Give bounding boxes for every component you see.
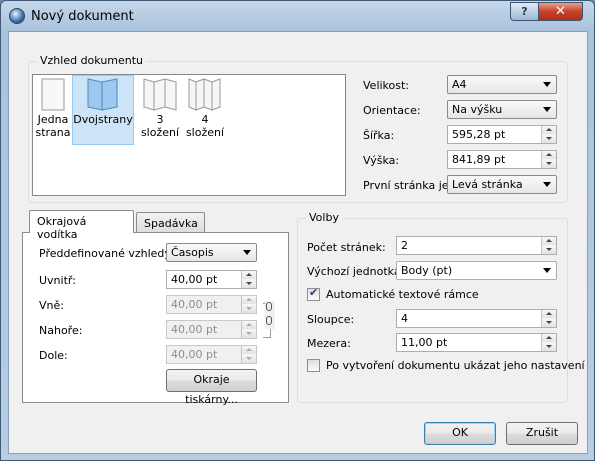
- height-label: Výška:: [363, 154, 400, 167]
- preset-label: Předdefinované vzhledy:: [39, 247, 174, 260]
- cancel-button[interactable]: Zrušit: [506, 422, 578, 445]
- size-select[interactable]: A4: [447, 75, 557, 94]
- help-button[interactable]: ?: [510, 2, 538, 21]
- title-bar[interactable]: Nový dokument ? ✕: [1, 1, 594, 31]
- printer-margins-button[interactable]: Okraje tiskárny...: [166, 369, 257, 406]
- tab-bleed[interactable]: Spadávka: [136, 212, 205, 233]
- spin-down-icon: [241, 354, 256, 363]
- layout-double-page[interactable]: Dvojstrany: [72, 75, 134, 145]
- four-fold-icon: [188, 78, 221, 111]
- options-group-title: Volby: [306, 211, 342, 224]
- columns-field-value: 4: [401, 312, 408, 325]
- chevron-down-icon: [543, 107, 551, 112]
- appearance-group-title: Vzhled dokumentu: [37, 54, 147, 67]
- width-field-value: 595,28 pt: [452, 128, 506, 141]
- layout-double-page-label: Dvojstrany: [73, 113, 133, 126]
- width-field[interactable]: 595,28 pt: [447, 125, 557, 144]
- unit-select[interactable]: Body (pt): [396, 261, 557, 280]
- chevron-down-icon: [543, 82, 551, 87]
- layout-three-fold[interactable]: 3 složení: [137, 75, 183, 145]
- first-page-select-value: Levá stránka: [452, 178, 523, 191]
- top-field-value: 40,00 pt: [171, 323, 218, 336]
- spin-down-icon[interactable]: [541, 159, 556, 168]
- unit-label: Výchozí jednotka:: [307, 265, 405, 278]
- size-label: Velikost:: [363, 79, 410, 92]
- height-field[interactable]: 841,89 pt: [447, 150, 557, 169]
- layout-three-fold-label: 3 složení: [140, 113, 180, 139]
- three-fold-icon: [143, 78, 177, 111]
- top-field: 40,00 pt: [166, 320, 257, 339]
- orientation-label: Orientace:: [363, 104, 421, 117]
- spin-down-icon[interactable]: [541, 318, 556, 327]
- show-settings-checkbox[interactable]: [307, 359, 320, 372]
- window-title: Nový dokument: [31, 9, 134, 24]
- spin-down-icon[interactable]: [241, 279, 256, 288]
- chevron-down-icon: [543, 268, 551, 273]
- ok-button[interactable]: OK: [424, 422, 496, 445]
- outside-field-value: 40,00 pt: [171, 298, 218, 311]
- tab-margin-guides[interactable]: Okrajová vodítka: [29, 210, 134, 241]
- spin-down-icon[interactable]: [541, 342, 556, 351]
- size-select-value: A4: [452, 78, 467, 91]
- auto-frames-checkbox[interactable]: [307, 286, 320, 301]
- columns-label: Sloupce:: [307, 313, 355, 326]
- single-page-icon: [41, 78, 65, 111]
- preset-select[interactable]: Časopis: [166, 243, 257, 262]
- outside-label: Vně:: [39, 299, 64, 312]
- preset-select-value: Časopis: [171, 246, 214, 259]
- columns-field[interactable]: 4: [396, 309, 557, 328]
- layout-four-fold[interactable]: 4 složení: [183, 75, 227, 145]
- spin-down-icon: [241, 304, 256, 313]
- chevron-down-icon: [243, 250, 251, 255]
- chevron-down-icon: [543, 182, 551, 187]
- pages-field[interactable]: 2: [396, 236, 557, 255]
- app-icon: [9, 8, 25, 24]
- width-label: Šířka:: [363, 129, 395, 142]
- gap-field[interactable]: 11,00 pt: [396, 333, 557, 352]
- show-settings-label[interactable]: Po vytvoření dokumentu ukázat jeho nasta…: [326, 359, 585, 372]
- close-button[interactable]: ✕: [538, 2, 583, 21]
- height-field-value: 841,89 pt: [452, 153, 506, 166]
- first-page-label: První stránka je:: [363, 179, 453, 192]
- orientation-select[interactable]: Na výšku: [447, 100, 557, 119]
- outside-field: 40,00 pt: [166, 295, 257, 314]
- spin-down-icon[interactable]: [541, 134, 556, 143]
- double-page-icon: [87, 78, 118, 111]
- inside-field[interactable]: 40,00 pt: [166, 270, 257, 289]
- layout-single-page[interactable]: Jedna strana: [35, 75, 71, 145]
- layout-single-page-label: Jedna strana: [35, 113, 71, 139]
- tab-bleed-label: Spadávka: [144, 217, 198, 230]
- first-page-select[interactable]: Levá stránka: [447, 175, 557, 194]
- layout-four-fold-label: 4 složení: [185, 113, 225, 139]
- orientation-select-value: Na výšku: [452, 103, 503, 116]
- inside-field-value: 40,00 pt: [171, 273, 218, 286]
- bottom-field-value: 40,00 pt: [171, 348, 218, 361]
- page-layout-list: Jedna strana Dvojstrany 3 složení 4 slož…: [32, 74, 346, 196]
- gap-field-value: 11,00 pt: [401, 336, 448, 349]
- auto-frames-label[interactable]: Automatické textové rámce: [326, 288, 479, 301]
- unit-select-value: Body (pt): [401, 264, 453, 277]
- top-label: Nahoře:: [39, 324, 83, 337]
- inside-label: Uvnitř:: [39, 274, 76, 287]
- pages-field-value: 2: [401, 239, 408, 252]
- chain-link-icon[interactable]: [265, 301, 275, 329]
- spin-down-icon: [241, 329, 256, 338]
- dialog-window: Nový dokument ? ✕ Vzhled dokumentu Jedna…: [0, 0, 595, 461]
- spin-down-icon[interactable]: [541, 245, 556, 254]
- bottom-field: 40,00 pt: [166, 345, 257, 364]
- gap-label: Mezera:: [307, 337, 351, 350]
- bottom-label: Dole:: [39, 349, 68, 362]
- pages-label: Počet stránek:: [307, 241, 386, 254]
